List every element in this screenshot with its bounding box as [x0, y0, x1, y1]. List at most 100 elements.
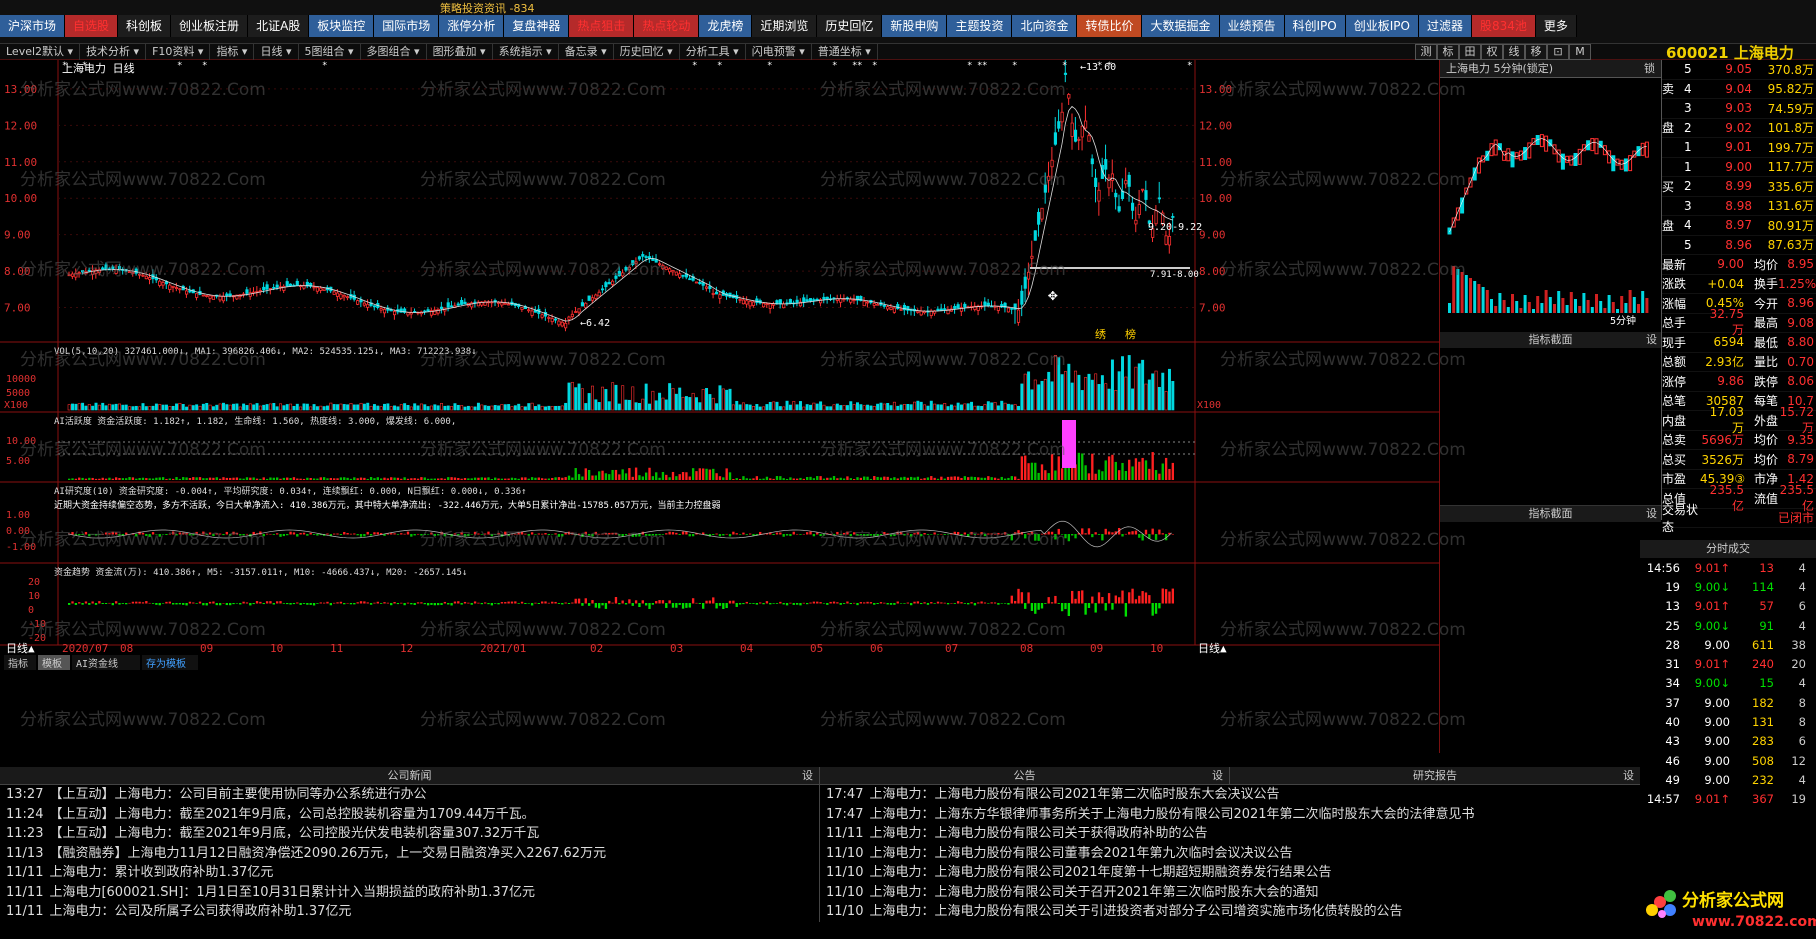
toolbar-item[interactable]: 系统指示 ▾ — [493, 43, 559, 60]
notice-settings[interactable]: 设 — [1212, 767, 1223, 785]
event-marker[interactable]: * — [982, 61, 987, 71]
notice-item[interactable]: 11/11 上海电力：上海电力股份有限公司关于获得政府补助的公告 — [820, 824, 1640, 844]
news-title[interactable]: 【融资融券】上海电力11月12日融资净偿还2090.26万元，上一交易日融资净买… — [49, 846, 606, 861]
event-marker[interactable]: * — [1062, 61, 1067, 71]
news-title[interactable]: 上海电力[600021.SH]：1月1日至10月31日累计计入当期损益的政府补助… — [49, 885, 535, 900]
chart-mode-button[interactable]: ⊡ — [1547, 44, 1569, 60]
toolbar-item[interactable]: 分析工具 ▾ — [680, 43, 746, 60]
news-item[interactable]: 11/11 上海电力：累计收到政府补助1.37亿元 — [0, 863, 819, 883]
notice-title[interactable]: 上海电力：上海电力股份有限公司2021年度第十七期超短期融资券发行结果公告 — [869, 865, 1331, 880]
indicator-section-tab[interactable]: 指标截面 — [1529, 333, 1573, 346]
toolbar-item[interactable]: 图形叠加 ▾ — [427, 43, 493, 60]
menu-item[interactable]: 创业板IPO — [1345, 15, 1419, 37]
news-item[interactable]: 11:24 【上互动】上海电力：截至2021年9月底，公司总控股装机容量为1709… — [0, 805, 819, 825]
chart-mode-button[interactable]: 移 — [1525, 44, 1547, 60]
report-settings[interactable]: 设 — [1623, 767, 1634, 785]
event-marker[interactable]: * — [857, 61, 862, 71]
menu-item[interactable]: 业绩预告 — [1219, 15, 1285, 37]
menu-item[interactable]: 新股申购 — [882, 15, 948, 37]
chart-mode-button[interactable]: M — [1569, 44, 1591, 60]
notice-item[interactable]: 17:47 上海电力：上海电力股份有限公司2021年第二次临时股东大会决议公告 — [820, 785, 1640, 805]
event-marker[interactable]: * — [692, 61, 697, 71]
menu-item[interactable]: 创业板注册 — [171, 15, 249, 37]
menu-item[interactable]: 热点轮动 — [634, 15, 700, 37]
event-marker[interactable]: * — [1107, 61, 1112, 71]
menu-item[interactable]: 主题投资 — [947, 15, 1013, 37]
notice-item[interactable]: 11/10 上海电力：上海电力股份有限公司2021年度第十七期超短期融资券发行结果… — [820, 863, 1640, 883]
notice-title[interactable]: 上海电力：上海东方华银律师事务所关于上海电力股份有限公司2021年第二次临时股东… — [869, 807, 1474, 822]
chart-mode-button[interactable]: 线 — [1503, 44, 1525, 60]
mini-chart-svg[interactable]: 5分钟 — [1440, 78, 1662, 328]
menu-item[interactable]: 过滤器 — [1418, 15, 1472, 37]
event-marker[interactable]: * — [767, 61, 772, 71]
bottom-tab[interactable]: AI资金线 — [76, 657, 118, 670]
news-item[interactable]: 11/11 上海电力[600021.SH]：1月1日至10月31日累计计入当期损益… — [0, 883, 819, 903]
toolbar-item[interactable]: 普通坐标 ▾ — [812, 43, 878, 60]
news-title[interactable]: 【上互动】上海电力：公司目前主要使用协同等办公系统进行办公 — [49, 787, 426, 802]
news-item[interactable]: 11:23 【上互动】上海电力：截至2021年9月底，公司控股光伏发电装机容量30… — [0, 824, 819, 844]
kline-chart-area[interactable]: 上海电力 日线 13.00 13.00 12.00 12.00 11.00 11.00 10.… — [0, 58, 1440, 753]
settings-button-2[interactable]: 设 — [1646, 506, 1657, 522]
menu-item[interactable]: 北证A股 — [248, 15, 310, 37]
menu-item[interactable]: 国际市场 — [374, 15, 440, 37]
toolbar-item[interactable]: 5图组合 ▾ — [299, 43, 361, 60]
notice-title[interactable]: 上海电力：上海电力股份有限公司关于引进投资者对部分子公司增资实施市场化债转股的公… — [869, 904, 1402, 919]
menu-item[interactable]: 历史回忆 — [817, 15, 883, 37]
menu-item[interactable]: 科创IPO — [1284, 15, 1346, 37]
toolbar-item[interactable]: Level2默认 ▾ — [0, 43, 81, 60]
company-news-tab[interactable]: 公司新闻 — [388, 769, 432, 782]
menu-item[interactable]: 科创板 — [118, 15, 172, 37]
toolbar-item[interactable]: 多图组合 ▾ — [361, 43, 427, 60]
event-marker[interactable]: * — [62, 61, 67, 71]
event-marker[interactable]: * — [872, 61, 877, 71]
chart-mode-button[interactable]: 田 — [1459, 44, 1481, 60]
event-marker[interactable]: * — [82, 61, 87, 71]
event-marker[interactable]: * — [967, 61, 972, 71]
menu-item[interactable]: 更多 — [1535, 15, 1577, 37]
notice-title[interactable]: 上海电力：上海电力股份有限公司2021年第二次临时股东大会决议公告 — [869, 787, 1279, 802]
menu-item[interactable]: 北向资金 — [1012, 15, 1078, 37]
news-item[interactable]: 11/13 【融资融券】上海电力11月12日融资净偿还2090.26万元，上一交易… — [0, 844, 819, 864]
chart-mode-button[interactable]: 标 — [1437, 44, 1459, 60]
notice-tab[interactable]: 公告 — [1014, 769, 1036, 782]
notice-title[interactable]: 上海电力：上海电力股份有限公司董事会2021年第九次临时会议决议公告 — [869, 846, 1292, 861]
bottom-tab[interactable]: 存为模板 — [146, 657, 186, 670]
news-title[interactable]: 上海电力：累计收到政府补助1.37亿元 — [49, 865, 273, 880]
chart-mode-button[interactable]: 权 — [1481, 44, 1503, 60]
menu-item[interactable]: 涨停分析 — [439, 15, 505, 37]
toolbar-item[interactable]: 历史回忆 ▾ — [614, 43, 680, 60]
company-news-settings[interactable]: 设 — [802, 767, 813, 785]
event-marker[interactable]: * — [1097, 61, 1102, 71]
event-marker[interactable]: * — [202, 61, 207, 71]
notice-item[interactable]: 17:47 上海电力：上海东方华银律师事务所关于上海电力股份有限公司2021年第二… — [820, 805, 1640, 825]
notice-item[interactable]: 11/10 上海电力：上海电力股份有限公司董事会2021年第九次临时会议决议公告 — [820, 844, 1640, 864]
chart-mode-button[interactable]: 测 — [1415, 44, 1437, 60]
toolbar-item[interactable]: F10资料 ▾ — [146, 43, 211, 60]
kline-chart-svg[interactable]: 上海电力 日线13.00 13.0012.00 12.0011.00 11.0010.… — [0, 58, 1440, 753]
menu-item[interactable]: 板块监控 — [309, 15, 375, 37]
news-title[interactable]: 上海电力：公司及所属子公司获得政府补助1.37亿元 — [49, 904, 351, 919]
event-marker[interactable]: * — [1187, 61, 1192, 71]
bottom-tab[interactable]: 指标 — [8, 657, 28, 670]
toolbar-item[interactable]: 日线 ▾ — [254, 43, 299, 60]
menu-item[interactable]: 龙虎榜 — [699, 15, 753, 37]
menu-item[interactable]: 复盘神器 — [504, 15, 570, 37]
news-item[interactable]: 13:27 【上互动】上海电力：公司目前主要使用协同等办公系统进行办公 — [0, 785, 819, 805]
lock-button[interactable]: 锁 — [1644, 60, 1655, 77]
menu-item[interactable]: 大数据掘金 — [1142, 15, 1220, 37]
indicator-section-tab-2[interactable]: 指标截面 — [1529, 507, 1573, 520]
toolbar-item[interactable]: 技术分析 ▾ — [80, 43, 147, 60]
toolbar-item[interactable]: 备忘录 ▾ — [559, 43, 614, 60]
menu-item[interactable]: 近期浏览 — [752, 15, 818, 37]
event-marker[interactable]: * — [322, 61, 327, 71]
bottom-tab[interactable]: 模板 — [42, 657, 62, 670]
menu-item[interactable]: 股834池 — [1472, 15, 1536, 37]
event-marker[interactable]: * — [832, 61, 837, 71]
news-title[interactable]: 【上互动】上海电力：截至2021年9月底，公司总控股装机容量为1709.44万千… — [49, 807, 534, 822]
event-marker[interactable]: * — [717, 61, 722, 71]
menu-item[interactable]: 自选股 — [65, 15, 119, 37]
menu-item[interactable]: 转债比价 — [1077, 15, 1143, 37]
news-item[interactable]: 11/11 上海电力：公司及所属子公司获得政府补助1.37亿元 — [0, 902, 819, 922]
toolbar-item[interactable]: 闪电预警 ▾ — [746, 43, 812, 60]
notice-item[interactable]: 11/10 上海电力：上海电力股份有限公司关于引进投资者对部分子公司增资实施市场化… — [820, 902, 1640, 922]
